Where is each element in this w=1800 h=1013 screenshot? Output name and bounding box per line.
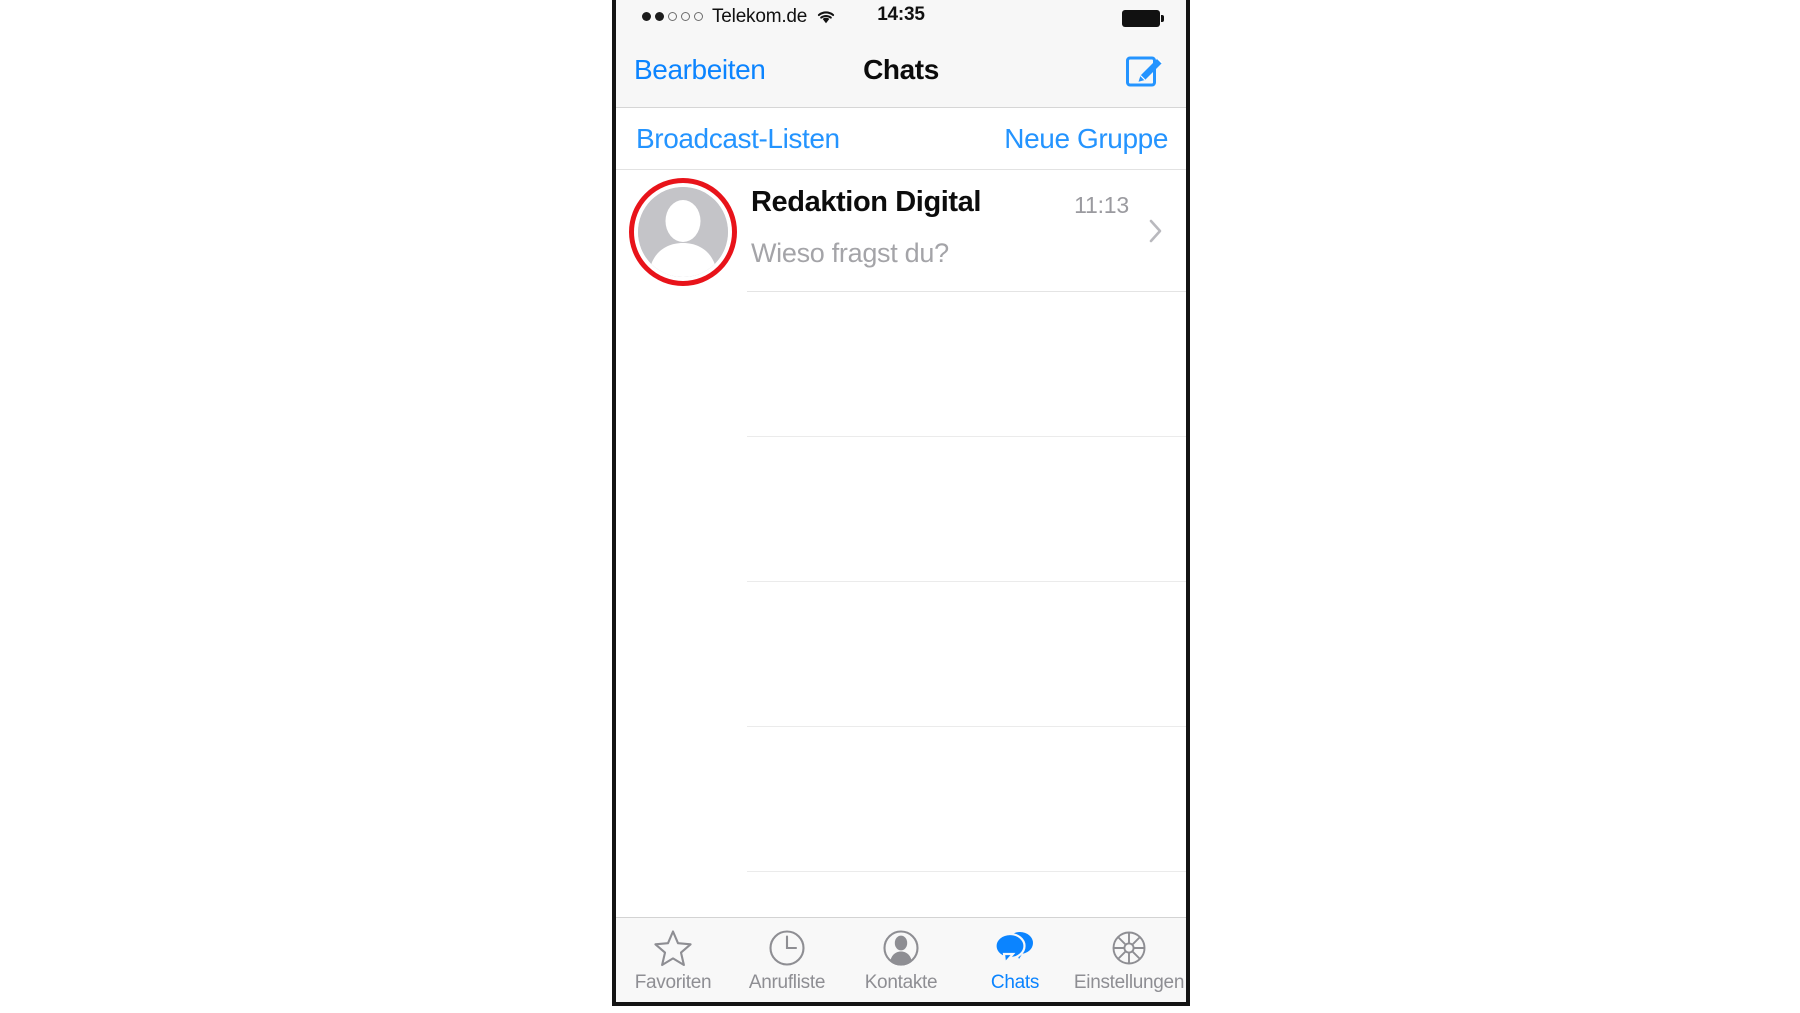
- status-bar: Telekom.de 14:35: [616, 0, 1186, 33]
- tab-label: Einstellungen: [1073, 972, 1185, 993]
- chat-list-item[interactable]: Redaktion Digital 11:13 Wieso fragst du?: [616, 170, 1186, 292]
- edit-button[interactable]: Bearbeiten: [634, 54, 766, 86]
- chat-list[interactable]: Redaktion Digital 11:13 Wieso fragst du?: [616, 170, 1186, 917]
- signal-dot-1: [642, 12, 651, 21]
- chevron-right-icon: [1148, 218, 1164, 244]
- gear-icon: [1107, 926, 1151, 970]
- broadcast-bar: Broadcast-Listen Neue Gruppe: [616, 108, 1186, 170]
- empty-list-row: [616, 582, 1186, 727]
- annotation-highlight-circle: [629, 178, 737, 286]
- battery-body: [1122, 10, 1160, 27]
- signal-dot-3: [668, 12, 677, 21]
- tab-einstellungen[interactable]: Einstellungen: [1072, 918, 1186, 1002]
- chat-timestamp: 11:13: [1074, 192, 1129, 218]
- tab-kontakte[interactable]: Kontakte: [844, 918, 958, 1002]
- chat-message-preview: Wieso fragst du?: [751, 238, 949, 268]
- contact-person-icon: [879, 926, 923, 970]
- new-group-button[interactable]: Neue Gruppe: [1004, 123, 1168, 155]
- broadcast-lists-button[interactable]: Broadcast-Listen: [636, 123, 840, 155]
- signal-dot-4: [681, 12, 690, 21]
- status-bar-left: Telekom.de: [642, 0, 836, 33]
- status-bar-clock: 14:35: [877, 4, 925, 25]
- wifi-icon: [816, 9, 836, 25]
- avatar-container[interactable]: [629, 178, 737, 286]
- chat-name: Redaktion Digital: [751, 186, 982, 218]
- signal-strength-dots: [642, 12, 703, 21]
- star-icon: [651, 926, 695, 970]
- empty-list-row: [616, 292, 1186, 437]
- tab-favoriten[interactable]: Favoriten: [616, 918, 730, 1002]
- tab-label: Anrufliste: [748, 972, 826, 993]
- battery-cap: [1161, 15, 1164, 22]
- battery-full-icon: [1122, 10, 1164, 27]
- chat-bubbles-icon: [993, 926, 1037, 970]
- tab-label: Chats: [990, 972, 1040, 993]
- tab-anrufliste[interactable]: Anrufliste: [730, 918, 844, 1002]
- tab-bar: Favoriten Anrufliste Kontakte Chats Eins…: [616, 917, 1186, 1002]
- tab-label: Kontakte: [864, 972, 938, 993]
- compose-icon[interactable]: [1124, 49, 1166, 91]
- signal-dot-5: [694, 12, 703, 21]
- row-separator: [747, 871, 1186, 872]
- screenshot-canvas: Telekom.de 14:35 Bearbeiten Chats Broadc…: [0, 0, 1800, 1013]
- empty-list-row: [616, 727, 1186, 872]
- signal-dot-2: [655, 12, 664, 21]
- tab-label: Favoriten: [634, 972, 712, 993]
- navigation-bar: Bearbeiten Chats: [616, 33, 1186, 108]
- carrier-label: Telekom.de: [712, 5, 808, 27]
- tab-chats[interactable]: Chats: [958, 918, 1072, 1002]
- empty-list-row: [616, 437, 1186, 582]
- phone-frame: Telekom.de 14:35 Bearbeiten Chats Broadc…: [612, 0, 1190, 1006]
- clock-icon: [765, 926, 809, 970]
- page-title: Chats: [863, 54, 939, 85]
